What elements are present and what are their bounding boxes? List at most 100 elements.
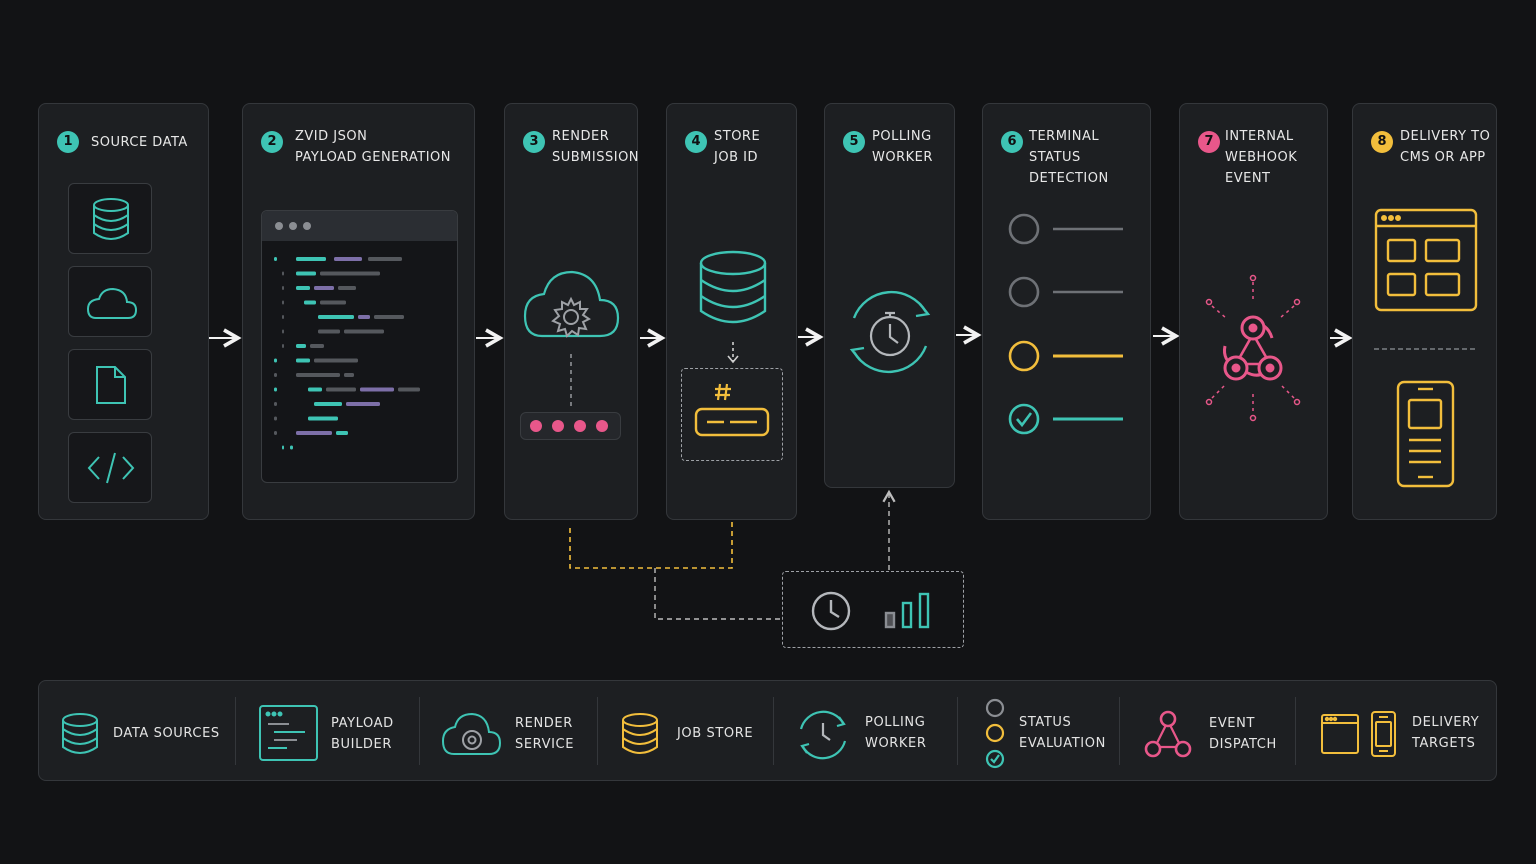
source-database-tile (68, 183, 152, 254)
code-line-segment (274, 416, 277, 421)
scheduler-connector (654, 568, 782, 620)
status-complete-icon (1008, 403, 1040, 435)
bar-chart-icon (884, 592, 930, 629)
window-dots-icon (275, 222, 311, 230)
legend-label: RENDER SERVICE (515, 716, 575, 752)
step-number-badge: 3 (523, 131, 545, 153)
code-line-segment (296, 344, 306, 348)
step-number-badge: 8 (1371, 131, 1393, 153)
code-line-segment (282, 445, 284, 450)
password-dots-icon (530, 420, 608, 432)
code-line-segment (296, 373, 340, 377)
legend-label: DELIVERY TARGETS (1412, 715, 1480, 751)
code-line-segment (282, 344, 284, 348)
legend-item-event-dispatch: EVENT DISPATCH (1119, 681, 1295, 781)
code-line-segment (334, 257, 362, 261)
cloud-gear-icon (441, 712, 502, 755)
step-card-polling-worker: 5 POLLING WORKER (824, 103, 955, 488)
code-line-segment (296, 431, 332, 435)
step-title: TERMINAL STATUS DETECTION (1029, 129, 1109, 186)
code-line-segment (360, 387, 394, 392)
code-line-segment (296, 358, 310, 363)
code-line-segment (304, 300, 316, 305)
legend-bar: DATA SOURCES PAYLOAD BUILDER RENDER SERV… (38, 680, 1497, 781)
status-pending-icon (1008, 213, 1040, 245)
code-line-segment (314, 286, 334, 290)
code-line-segment (318, 315, 354, 319)
webhook-icon (1205, 274, 1301, 422)
code-line-segment (374, 315, 404, 319)
code-line-segment (338, 286, 356, 290)
step-card-source-data: 1 SOURCE DATA (38, 103, 209, 520)
code-line-segment (282, 329, 284, 334)
legend-item-status-evaluation: STATUS EVALUATION (957, 681, 1119, 781)
database-icon (699, 250, 767, 324)
code-line-segment (326, 387, 356, 392)
code-line-segment (274, 431, 277, 435)
browser-phone-icon (1321, 711, 1396, 757)
code-line-segment (274, 402, 277, 406)
legend-label: JOB STORE (677, 726, 754, 741)
database-icon (93, 198, 129, 240)
code-line-segment (318, 329, 340, 334)
code-line-segment (282, 315, 284, 319)
divider-dashed-line (1374, 348, 1478, 350)
code-line-segment (358, 315, 370, 319)
clock-icon (811, 591, 851, 631)
code-line-segment (282, 271, 284, 276)
step-title: SOURCE DATA (91, 135, 188, 150)
request-dash-line (570, 354, 572, 406)
status-list-icon (1008, 213, 1123, 435)
password-dots-field (520, 412, 621, 440)
step-number-badge: 4 (685, 131, 707, 153)
source-cloud-tile (68, 266, 152, 337)
code-line-segment (320, 300, 346, 305)
legend-item-job-store: JOB STORE (597, 681, 773, 781)
step-card-webhook-event: 7 INTERNAL WEBHOOK EVENT (1179, 103, 1328, 520)
gear-icon (551, 296, 591, 338)
step-title: INTERNAL WEBHOOK EVENT (1225, 129, 1298, 186)
status-circles-icon (985, 698, 1005, 769)
legend-item-render-service: RENDER SERVICE (419, 681, 597, 781)
step-title: STORE JOB ID (714, 129, 761, 165)
code-line-segment (320, 271, 380, 276)
step-number-badge: 5 (843, 131, 865, 153)
code-line-segment (346, 402, 380, 406)
cloud-icon (86, 287, 138, 319)
code-line-segment (344, 329, 384, 334)
legend-label: EVENT DISPATCH (1209, 716, 1277, 752)
code-line-segment (344, 373, 354, 377)
down-arrow-icon (727, 342, 739, 364)
code-line-segment (282, 300, 284, 305)
legend-item-payload-builder: PAYLOAD BUILDER (235, 681, 419, 781)
code-line-segment (310, 344, 324, 348)
status-pending-icon (1008, 276, 1040, 308)
step-card-store-job-id: 4 STORE JOB ID (666, 103, 797, 520)
code-line-segment (274, 387, 277, 392)
browser-window-icon (1374, 208, 1478, 312)
legend-label: DATA SOURCES (113, 726, 220, 741)
step-card-render-submission: 3 RENDER SUBMISSION (504, 103, 640, 520)
legend-item-polling-worker: POLLING WORKER (773, 681, 957, 781)
code-line-segment (314, 402, 342, 406)
code-line-segment (398, 387, 420, 392)
code-line-segment (336, 431, 348, 435)
step-title: RENDER SUBMISSION (552, 129, 640, 165)
database-icon (62, 713, 98, 754)
step-number-badge: 7 (1198, 131, 1220, 153)
status-active-icon (1008, 340, 1040, 372)
code-line-segment (274, 358, 277, 363)
source-file-tile (68, 349, 152, 420)
code-line-segment (296, 271, 316, 276)
step-card-payload-generation: 2 ZVID JSON PAYLOAD GENERATION (242, 103, 475, 520)
hash-icon (715, 383, 731, 401)
clock-refresh-icon (799, 710, 847, 760)
code-line-segment (290, 445, 293, 450)
code-line-segment (282, 286, 284, 290)
stopwatch-refresh-icon (849, 290, 931, 374)
code-line-segment (308, 387, 322, 392)
step-card-delivery: 8 DELIVERY TO CMS OR APP (1352, 103, 1497, 520)
step-card-terminal-status: 6 TERMINAL STATUS DETECTION (982, 103, 1151, 520)
code-editor-icon (259, 705, 318, 761)
step-title: POLLING WORKER (872, 129, 933, 165)
